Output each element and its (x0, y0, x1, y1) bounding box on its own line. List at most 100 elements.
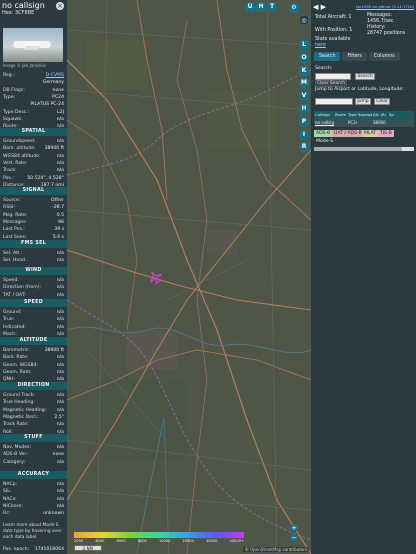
table-row[interactable]: no callsign PC24 38900 (314, 119, 414, 127)
spatial-label: Pos.: (3, 175, 14, 181)
basic-value: Germany (42, 80, 64, 86)
map-view[interactable]: ⚙ UHT LOKMVHPIR ◎ + − 2000 4000 6000 8000 10… (67, 0, 311, 554)
column-header[interactable]: Route (334, 111, 347, 119)
scrollbar-thumb[interactable] (314, 147, 402, 151)
speed-value: n/a (56, 317, 64, 323)
section-accuracy[interactable]: ACCURACY (0, 471, 67, 479)
direction-value: n/a (56, 400, 64, 406)
colorbar-label: 10000 (158, 539, 171, 543)
altitude-row: Baro. Rate: n/a (3, 354, 64, 361)
table-cell (388, 119, 396, 127)
map-toggle-u-button[interactable]: U (245, 2, 255, 12)
panel-toggle-arrows[interactable]: ◀ ▶ (313, 3, 326, 11)
search-input[interactable] (315, 73, 351, 80)
zoom-in-button[interactable]: + (290, 524, 298, 532)
map-toggle-h-button[interactable]: H (299, 104, 309, 114)
aircraft-photo[interactable] (3, 28, 63, 62)
section-direction[interactable]: DIRECTION (0, 382, 67, 390)
tab-search[interactable]: Search (314, 52, 341, 61)
hex-label: Hex: (2, 10, 14, 16)
altitude-colorbar-labels: 2000 4000 6000 8000 10000 20000 30000 40000+ (74, 539, 244, 544)
table-cell (334, 119, 347, 127)
messages-stat: Messages: 1456.7/sec (367, 13, 415, 25)
map-toggle-k-button[interactable]: K (299, 65, 309, 76)
wind-row: TAT / OAT: n/a (3, 292, 64, 299)
column-header[interactable]: Squawk (357, 111, 372, 119)
map-scale: 2 NM (74, 545, 102, 551)
zoom-out-button[interactable]: − (290, 534, 298, 542)
map-toggle-l-button[interactable]: L (299, 40, 309, 50)
basic-label: DB Flags: (3, 87, 25, 93)
direction-label: Ground Track: (3, 393, 35, 398)
map-toggle-o-button[interactable]: O (299, 52, 309, 63)
section-stuff[interactable]: STUFF (0, 434, 67, 442)
basic-value[interactable]: D-CVMS (46, 72, 64, 79)
fms-value: n/a (56, 258, 64, 264)
history-stat: History: 28747 positions (367, 25, 415, 37)
spatial-row: Groundspeed: n/a (3, 138, 64, 145)
table-scrollbar[interactable] (314, 147, 414, 151)
stats-link[interactable]: here (315, 43, 350, 49)
with-position-stat: With Position: 1 (315, 28, 352, 34)
spatial-label: Groundspeed: (3, 139, 36, 144)
map-toggle-i-button[interactable]: I (299, 129, 309, 140)
fms-row: Sel. Alt.: n/a (3, 250, 64, 257)
section-signal[interactable]: SIGNAL (0, 187, 67, 195)
section-fms[interactable]: FMS SEL (0, 240, 67, 248)
signal-label: Source: (3, 198, 21, 203)
basic-value: n/a (56, 116, 64, 122)
legend-mlat: MLAT (362, 130, 379, 137)
stuff-row: ADS-B Ver.: none (3, 451, 64, 458)
jump-input[interactable] (315, 98, 353, 105)
tab-filters[interactable]: Filters (342, 52, 367, 61)
close-icon[interactable]: × (56, 2, 64, 10)
altitude-label: Geom. WGS84: (3, 362, 39, 368)
fms-label: Sel. Alt.: (3, 251, 23, 256)
spatial-row: Baro. altitude: 38900 ft (3, 145, 64, 152)
section-spatial[interactable]: SPATIAL (0, 128, 67, 136)
map-settings-button[interactable]: ⚙ (289, 3, 299, 13)
column-header[interactable]: Type (347, 111, 357, 119)
search-button[interactable]: Search (355, 73, 375, 80)
accuracy-label: NACv: (3, 496, 17, 502)
fms-row: Sel. Head.: n/a (3, 257, 64, 264)
basic-label: Type Desc.: (3, 109, 30, 115)
map-toggle-r-button[interactable]: R (299, 142, 309, 153)
section-wind[interactable]: WIND (0, 267, 67, 275)
jump-button[interactable]: Jump (355, 98, 371, 105)
column-header[interactable]: Sp (388, 111, 396, 119)
speed-row: True: n/a (3, 316, 64, 323)
aircraft-photo-wing (23, 46, 41, 50)
speed-value: n/a (56, 310, 64, 315)
openstreetmap-link[interactable]: OpenStreetMap (250, 547, 281, 552)
with-position-value: 1 (349, 28, 353, 33)
map-toggle-t-button[interactable]: T (267, 2, 277, 12)
clear-button[interactable]: Clear (374, 98, 390, 105)
tab-columns[interactable]: Columns (368, 52, 400, 61)
accuracy-label: Rc: (3, 511, 11, 517)
basic-row: PILATUS PC-24 (3, 101, 64, 108)
legend-uat-ads-r: UAT / ADS-R (332, 130, 364, 137)
signal-row: Msg. Rate: 0.5 (3, 212, 64, 219)
signal-label: Messages: (3, 219, 28, 225)
direction-label: Magnetic Decl.: (3, 414, 39, 420)
map-toggle-v-button[interactable]: V (299, 91, 309, 102)
section-speed[interactable]: SPEED (0, 299, 67, 307)
column-header[interactable]: Alt. (ft) (372, 111, 388, 119)
hex-value[interactable]: 3CF8BE (15, 10, 34, 16)
version-link[interactable]: tar1090 on github (3.14.1710) (356, 4, 414, 9)
map-canvas[interactable] (67, 0, 311, 554)
altitude-colorbar (74, 532, 244, 538)
stuff-value: none (52, 452, 64, 458)
column-header[interactable]: Callsign (314, 111, 334, 119)
clear-search-button[interactable]: Clear Search (315, 80, 347, 87)
section-altitude[interactable]: ALTITUDE (0, 337, 67, 345)
stats-available: Stats available here (315, 37, 350, 49)
map-toggle-h-button[interactable]: H (256, 2, 266, 12)
fms-label: Sel. Head.: (3, 258, 28, 264)
map-toggle-p-button[interactable]: P (299, 116, 309, 127)
with-position-label: With Position: (315, 28, 348, 33)
center-icon[interactable]: ◎ (299, 15, 309, 25)
basic-row: Squawk: n/a (3, 116, 64, 123)
map-toggle-m-button[interactable]: M (299, 78, 309, 89)
